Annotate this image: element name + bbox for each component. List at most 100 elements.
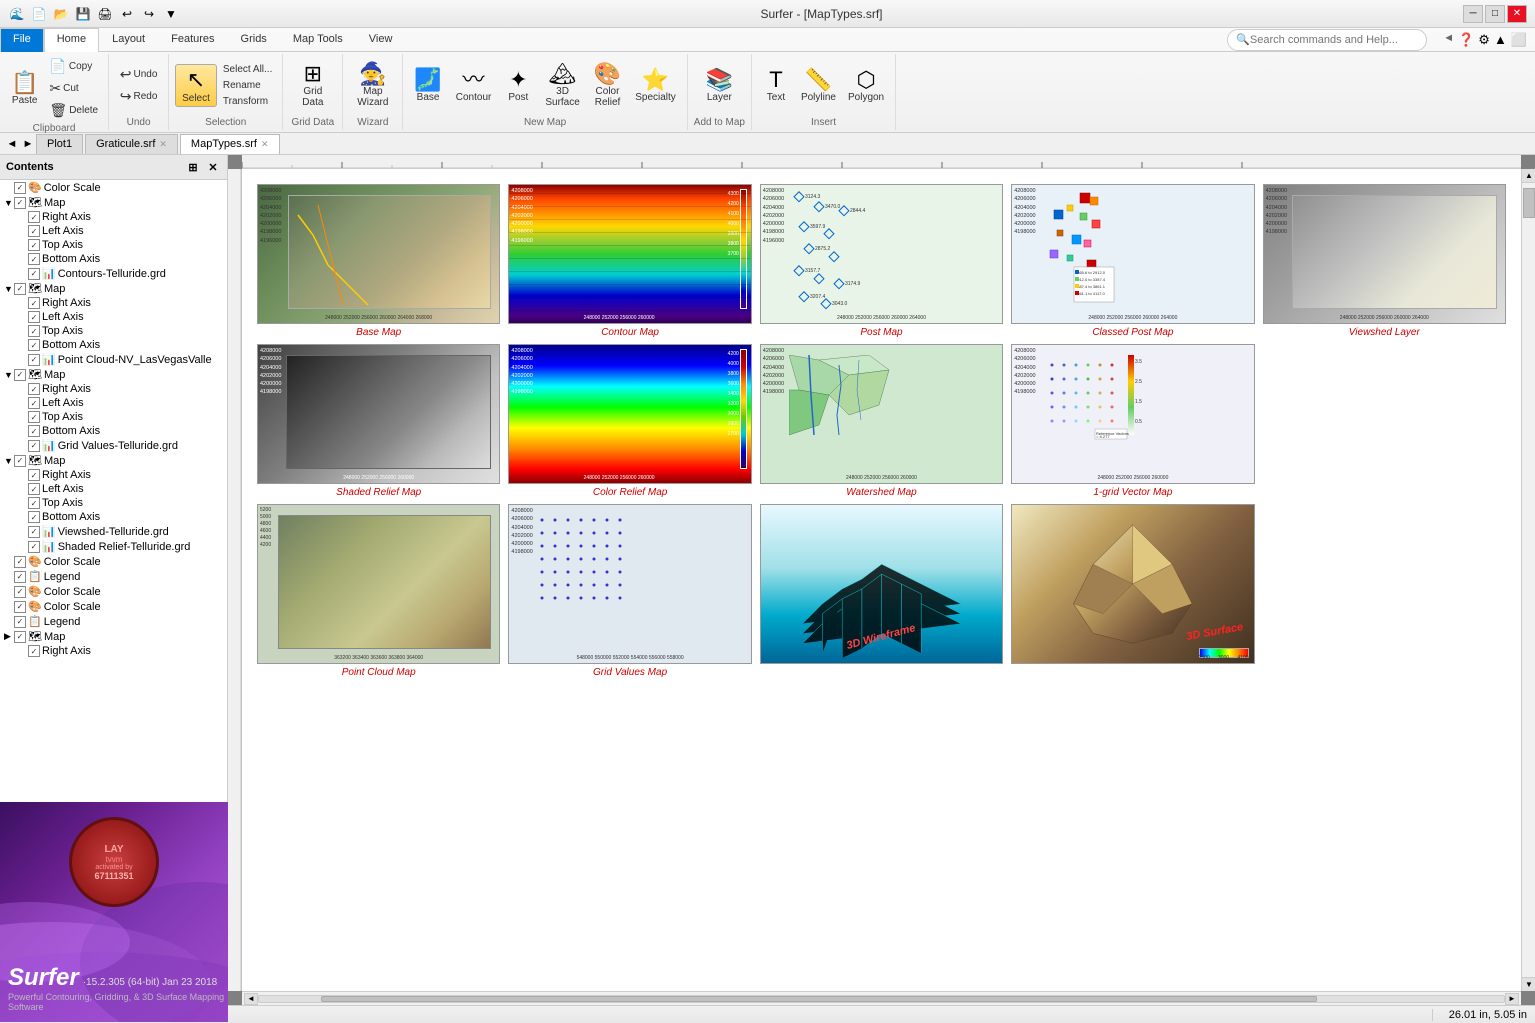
polygon-button[interactable]: ⬡ Polygon xyxy=(843,66,889,106)
select-all-button[interactable]: Select All... xyxy=(219,62,276,77)
tree-item-bottom-axis-3[interactable]: Bottom Axis xyxy=(0,424,227,438)
tab-layout[interactable]: Layout xyxy=(99,28,158,51)
polyline-button[interactable]: 📏 Polyline xyxy=(796,66,841,106)
map-thumbnail-3d-wireframe[interactable]: 3D Wireframe xyxy=(760,504,1003,664)
h-scrollbar-track[interactable] xyxy=(258,995,1505,1003)
tab-graticule[interactable]: Graticule.srf ✕ xyxy=(85,134,178,154)
map-thumbnail-watershed[interactable]: 4208000420600042040004202000420000041980… xyxy=(760,344,1003,484)
settings-icon[interactable]: ⚙ xyxy=(1478,32,1490,48)
horizontal-scrollbar[interactable]: ◄ ► xyxy=(242,991,1521,1005)
tree-item-colorscale-3[interactable]: 🎨 Color Scale xyxy=(0,584,227,599)
contents-expand-icon[interactable]: ⊞ xyxy=(185,159,201,175)
map-thumbnail-contour[interactable]: 4208000420600042040004202000420000041980… xyxy=(508,184,751,324)
map-thumbnail-classed-post[interactable]: 4208000420600042040004202000420000041980… xyxy=(1011,184,1254,324)
tree-item-top-axis-4[interactable]: Top Axis xyxy=(0,496,227,510)
undo-quick-icon[interactable]: ↩ xyxy=(118,5,136,23)
tree-item-grid-values[interactable]: 📊 Grid Values-Telluride.grd xyxy=(0,438,227,453)
search-box[interactable]: 🔍 xyxy=(1227,29,1427,51)
tree-item-map-2[interactable]: ▼ 🗺 Map xyxy=(0,281,227,296)
tree-item-left-axis-3[interactable]: Left Axis xyxy=(0,396,227,410)
save-icon[interactable]: 💾 xyxy=(74,5,92,23)
tree-item-right-axis-2[interactable]: Right Axis xyxy=(0,296,227,310)
vertical-scrollbar[interactable]: ▲ ▼ xyxy=(1521,169,1535,991)
h-scroll-right[interactable]: ► xyxy=(1505,993,1519,1005)
contour-button[interactable]: 〰 Contour xyxy=(451,66,497,106)
tab-features[interactable]: Features xyxy=(158,28,227,51)
delete-button[interactable]: 🗑Delete xyxy=(45,100,102,121)
3d-surface-button[interactable]: 🏔 3DSurface xyxy=(540,60,584,111)
map-thumbnail-point-cloud[interactable]: 520050004800460044004200 363200 363400 3… xyxy=(257,504,500,664)
tree-item-left-axis-1[interactable]: Left Axis xyxy=(0,224,227,238)
tab-plot1[interactable]: Plot1 xyxy=(36,134,83,154)
copy-button[interactable]: 📄Copy xyxy=(45,56,102,77)
tree-item-shaded-relief[interactable]: 📊 Shaded Relief-Telluride.grd xyxy=(0,539,227,554)
map-wizard-button[interactable]: 🧙 MapWizard xyxy=(352,60,393,111)
tree-item-bottom-axis-2[interactable]: Bottom Axis xyxy=(0,338,227,352)
specialty-button[interactable]: ⭐ Specialty xyxy=(630,66,681,106)
contents-close-icon[interactable]: ✕ xyxy=(205,159,221,175)
redo-quick-icon[interactable]: ↪ xyxy=(140,5,158,23)
tree-item-map-5[interactable]: ▶ 🗺 Map xyxy=(0,629,227,644)
tree-item-map-3[interactable]: ▼ 🗺 Map xyxy=(0,367,227,382)
h-scrollbar-thumb[interactable] xyxy=(321,996,1317,1002)
maximize-button[interactable]: □ xyxy=(1485,5,1505,23)
v-scroll-up[interactable]: ▲ xyxy=(1522,169,1535,183)
redo-button[interactable]: ↪Redo xyxy=(116,86,162,107)
map-thumbnail-post[interactable]: 4208000420600042040004202000420000041980… xyxy=(760,184,1003,324)
grid-data-button[interactable]: ⊞ GridData xyxy=(295,60,331,111)
base-button[interactable]: 🗾 Base xyxy=(409,66,446,106)
tree-item-left-axis-4[interactable]: Left Axis xyxy=(0,482,227,496)
undo-button[interactable]: ↩Undo xyxy=(116,64,162,85)
tree-item-top-axis-1[interactable]: Top Axis xyxy=(0,238,227,252)
tree-item-legend-2[interactable]: 📋 Legend xyxy=(0,614,227,629)
print-icon[interactable]: 🖨 xyxy=(96,5,114,23)
tab-grids[interactable]: Grids xyxy=(228,28,280,51)
map-thumbnail-grid-values[interactable]: 4208000420600042040004202000420000041980… xyxy=(508,504,751,664)
map-thumbnail-viewshed[interactable]: 4208000420600042040004202000420000041980… xyxy=(1263,184,1506,324)
paste-button[interactable]: 📋 Paste xyxy=(6,69,43,109)
minimize-button[interactable]: ─ xyxy=(1463,5,1483,23)
tree-item-colorscale-4[interactable]: 🎨 Color Scale xyxy=(0,599,227,614)
tree-item-left-axis-2[interactable]: Left Axis xyxy=(0,310,227,324)
minimize-ribbon-icon[interactable]: ▲ xyxy=(1494,32,1507,48)
open-icon[interactable]: 📂 xyxy=(52,5,70,23)
close-button[interactable]: ✕ xyxy=(1507,5,1527,23)
tree-item-right-axis-3[interactable]: Right Axis xyxy=(0,382,227,396)
map-thumbnail-shaded[interactable]: 4208000420600042040004202000420000041980… xyxy=(257,344,500,484)
tree-item-bottom-axis-4[interactable]: Bottom Axis xyxy=(0,510,227,524)
tree-item-right-axis-5[interactable]: Right Axis xyxy=(0,644,227,658)
more-icon[interactable]: ▼ xyxy=(162,5,180,23)
help-back-icon[interactable]: ◄ xyxy=(1443,32,1454,48)
tab-view[interactable]: View xyxy=(356,28,406,51)
tree-item-legend-1[interactable]: 📋 Legend xyxy=(0,569,227,584)
help-icon[interactable]: ❓ xyxy=(1458,32,1474,48)
tab-maptypes[interactable]: MapTypes.srf ✕ xyxy=(180,134,280,154)
v-scroll-down[interactable]: ▼ xyxy=(1522,977,1535,991)
close-graticule[interactable]: ✕ xyxy=(159,139,167,150)
tab-file[interactable]: File xyxy=(0,28,44,52)
cut-button[interactable]: ✂Cut xyxy=(45,78,102,99)
tree-item-top-axis-2[interactable]: Top Axis xyxy=(0,324,227,338)
new-file-icon[interactable]: 📄 xyxy=(30,5,48,23)
tree-item-right-axis-4[interactable]: Right Axis xyxy=(0,468,227,482)
tree-item-colorscale-2[interactable]: 🎨 Color Scale xyxy=(0,554,227,569)
map-thumbnail-vector[interactable]: 4208000420600042040004202000420000041980… xyxy=(1011,344,1254,484)
select-button[interactable]: ↖ Select xyxy=(175,64,217,107)
tree-item-contours[interactable]: 📊 Contours-Telluride.grd xyxy=(0,266,227,281)
h-scroll-left[interactable]: ◄ xyxy=(244,993,258,1005)
tree-item-map-1[interactable]: ▼ 🗺 Map xyxy=(0,195,227,210)
map-thumbnail-base[interactable]: 4208000420600042040004202000420000041980… xyxy=(257,184,500,324)
tab-nav-prev[interactable]: ◄ xyxy=(4,136,20,152)
tree-item-bottom-axis-1[interactable]: Bottom Axis xyxy=(0,252,227,266)
search-input[interactable] xyxy=(1250,34,1418,46)
tree-item-map-4[interactable]: ▼ 🗺 Map xyxy=(0,453,227,468)
tab-home[interactable]: Home xyxy=(44,28,99,52)
tab-map-tools[interactable]: Map Tools xyxy=(280,28,356,51)
rename-button[interactable]: Rename xyxy=(219,78,276,93)
tree-item-colorscale-1[interactable]: 🎨 Color Scale xyxy=(0,180,227,195)
about-section[interactable]: About xyxy=(0,980,227,1005)
post-button[interactable]: ✦ Post xyxy=(500,66,536,106)
close-maptypes[interactable]: ✕ xyxy=(261,139,269,150)
text-button[interactable]: T Text xyxy=(758,66,794,106)
tab-nav-next[interactable]: ► xyxy=(20,136,36,152)
